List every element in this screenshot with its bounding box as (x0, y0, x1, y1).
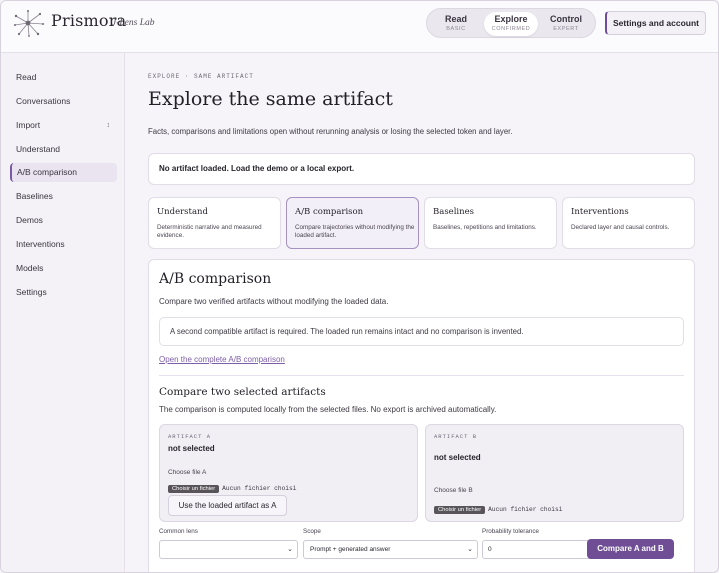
compare-button[interactable]: Compare A and B (587, 539, 674, 559)
top-bar: Prismora J-Lens Lab Read BASIC Explore C… (1, 1, 718, 53)
sidebar-item-label: Models (16, 263, 44, 273)
sidebar-item-ab-comparison[interactable]: A/B comparison (10, 163, 117, 182)
panel-title: A/B comparison (159, 271, 272, 287)
sidebar-item-understand[interactable]: Understand (10, 140, 117, 159)
card-understand[interactable]: Understand Deterministic narrative and m… (148, 197, 281, 249)
app-window: Prismora J-Lens Lab Read BASIC Explore C… (0, 0, 719, 573)
card-title: Baselines (433, 207, 475, 217)
breadcrumb: EXPLORE · SAME ARTIFACT (148, 73, 254, 80)
open-ab-comparison-link[interactable]: Open the complete A/B comparison (159, 355, 285, 364)
panel-description: Compare two verified artifacts without m… (159, 297, 389, 306)
card-description: Baselines, repetitions and limitations. (433, 224, 537, 231)
panel-notice: A second compatible artifact is required… (159, 317, 684, 346)
artifact-b-label: ARTIFACT B (434, 433, 478, 440)
sidebar-item-conversations[interactable]: Conversations (10, 92, 117, 111)
sidebar: Read Conversations Import ↕ Understand A/… (1, 53, 125, 572)
card-title: Interventions (571, 207, 629, 217)
mode-read[interactable]: Read BASIC (435, 12, 477, 36)
sidebar-item-settings[interactable]: Settings (10, 283, 117, 302)
main-content: EXPLORE · SAME ARTIFACT Explore the same… (126, 54, 718, 572)
mode-switch: Read BASIC Explore CONFIRMED Control EXP… (426, 8, 596, 38)
chevron-down-icon: ⌄ (467, 546, 473, 553)
brand-subtitle: J-Lens Lab (112, 18, 155, 28)
sidebar-item-label: Import (16, 120, 41, 130)
mode-control-label: Control (550, 14, 582, 24)
settings-account-button[interactable]: Settings and account (605, 11, 706, 35)
mode-explore-sub: CONFIRMED (491, 26, 531, 32)
tolerance-input[interactable]: 0 (482, 540, 594, 559)
scope-select[interactable]: Prompt + generated answer ⌄ (303, 540, 478, 559)
mode-explore-label: Explore (494, 14, 528, 24)
card-description: Deterministic narrative and measured evi… (157, 224, 262, 239)
scope-value: Prompt + generated answer (310, 546, 391, 553)
artifact-a-label: ARTIFACT A (168, 433, 212, 440)
ab-comparison-panel: A/B comparison Compare two verified arti… (148, 259, 695, 572)
card-description: Declared layer and causal controls. (571, 224, 670, 231)
mode-read-label: Read (444, 14, 467, 24)
sidebar-item-label: Baselines (16, 191, 53, 201)
common-lens-label: Common lens (159, 528, 198, 535)
file-b-label: Choose file B (434, 487, 473, 494)
artifact-b-box: ARTIFACT B not selected Choose file B Ch… (425, 424, 684, 522)
card-description: Compare trajectories without modifying t… (295, 224, 415, 239)
page-description: Facts, comparisons and limitations open … (148, 127, 513, 136)
section-title: Compare two selected artifacts (159, 386, 326, 398)
mode-read-sub: BASIC (446, 26, 466, 32)
artifact-status-notice: No artifact loaded. Load the demo or a l… (148, 153, 695, 185)
mode-control-sub: EXPERT (553, 26, 579, 32)
mode-control[interactable]: Control EXPERT (542, 12, 590, 36)
file-a-input[interactable]: Choisir un fichier Aucun fichier choisi (168, 480, 297, 493)
choose-file-a-button[interactable]: Choisir un fichier (168, 484, 220, 493)
sidebar-item-interventions[interactable]: Interventions (10, 235, 117, 254)
prism-logo-icon (14, 10, 44, 37)
scope-label: Scope (303, 528, 321, 535)
section-description: The comparison is computed locally from … (159, 405, 497, 414)
card-ab-comparison[interactable]: A/B comparison Compare trajectories with… (286, 197, 419, 249)
card-title: Understand (157, 207, 208, 217)
tolerance-label: Probability tolerance (482, 528, 540, 535)
sidebar-item-label: Conversations (16, 96, 71, 106)
chevron-down-icon: ⌄ (287, 546, 293, 553)
sidebar-item-models[interactable]: Models (10, 259, 117, 278)
sidebar-item-label: Demos (16, 215, 43, 225)
divider (159, 375, 684, 376)
card-title: A/B comparison (295, 207, 364, 217)
sidebar-item-label: Understand (16, 144, 60, 154)
artifact-a-value: not selected (168, 444, 215, 453)
use-loaded-artifact-button[interactable]: Use the loaded artifact as A (168, 495, 287, 516)
sidebar-item-import[interactable]: Import ↕ (10, 116, 117, 135)
file-b-input[interactable]: Choisir un fichier Aucun fichier choisi (434, 501, 563, 514)
sidebar-item-label: Interventions (16, 239, 65, 249)
sidebar-item-demos[interactable]: Demos (10, 211, 117, 230)
sidebar-item-label: A/B comparison (17, 167, 77, 177)
artifact-a-box: ARTIFACT A not selected Choose file A Ch… (159, 424, 418, 522)
file-a-status: Aucun fichier choisi (222, 485, 297, 493)
choose-file-b-button[interactable]: Choisir un fichier (434, 505, 486, 514)
card-interventions[interactable]: Interventions Declared layer and causal … (562, 197, 695, 249)
sidebar-item-baselines[interactable]: Baselines (10, 187, 117, 206)
sidebar-item-label: Settings (16, 287, 47, 297)
file-b-status: Aucun fichier choisi (488, 506, 563, 514)
expand-toggle-icon: ↕ (106, 122, 111, 129)
file-a-label: Choose file A (168, 469, 207, 476)
artifact-b-value: not selected (434, 453, 481, 462)
page-title: Explore the same artifact (148, 88, 393, 110)
sidebar-item-read[interactable]: Read (10, 68, 117, 87)
common-lens-select[interactable]: ⌄ (159, 540, 298, 559)
card-baselines[interactable]: Baselines Baselines, repetitions and lim… (424, 197, 557, 249)
mode-explore[interactable]: Explore CONFIRMED (484, 12, 538, 36)
sidebar-item-label: Read (16, 72, 37, 82)
